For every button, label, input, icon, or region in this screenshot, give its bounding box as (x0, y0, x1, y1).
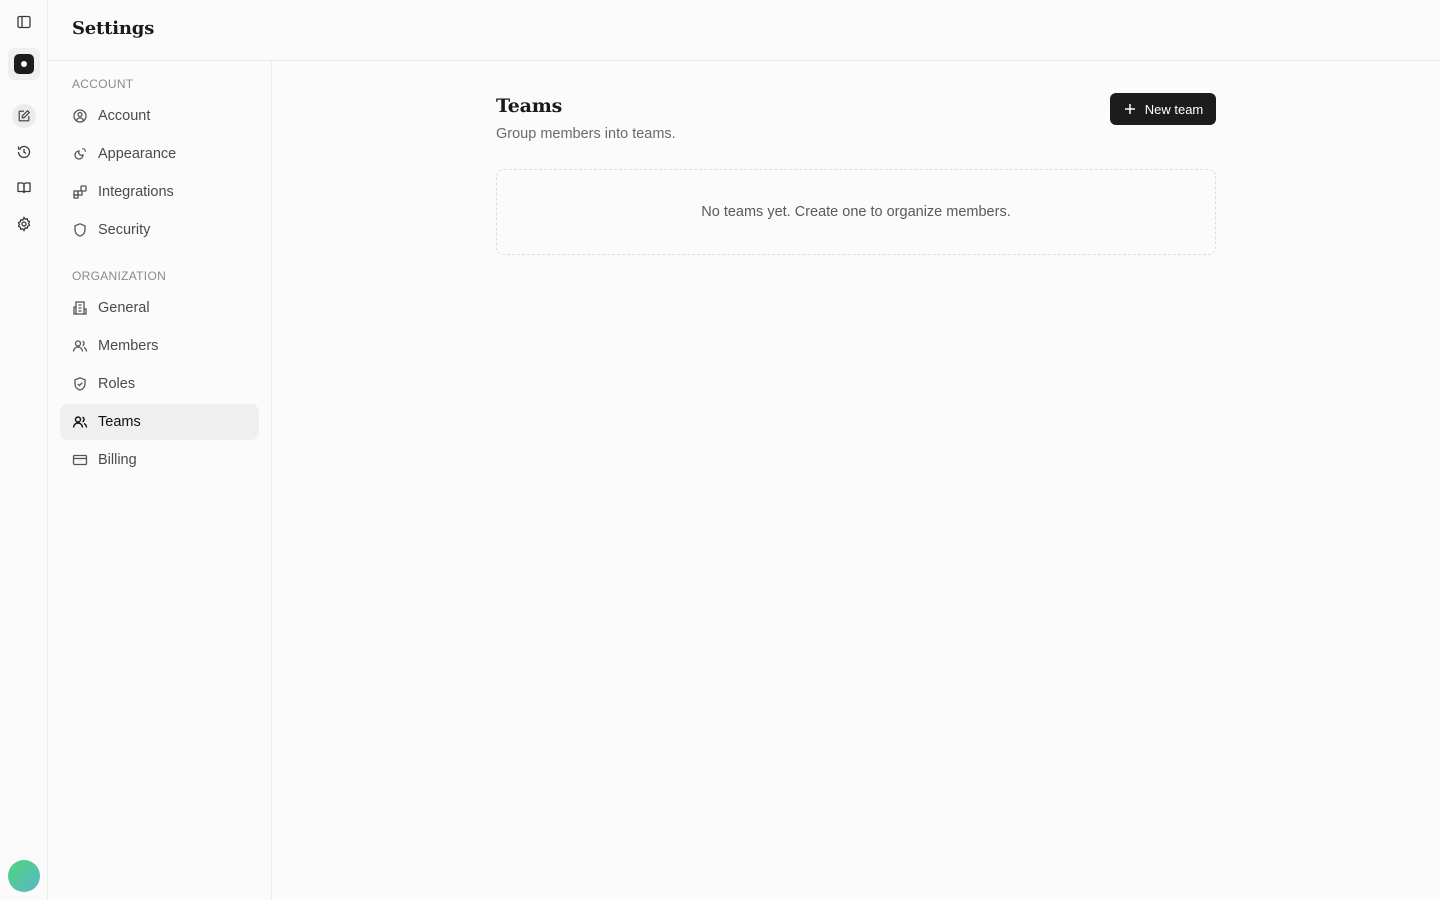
sidebar-item-label: Roles (98, 376, 136, 392)
app-window: Settings ACCOUNT Account Appearance Inte… (0, 0, 1440, 900)
sidebar-item-security[interactable]: Security (60, 212, 259, 248)
sidebar-item-billing[interactable]: Billing (60, 442, 259, 478)
sidebar-item-account[interactable]: Account (60, 98, 259, 134)
credit-card-icon (72, 454, 88, 466)
sun-moon-icon (74, 148, 86, 160)
icon-rail (0, 0, 48, 900)
settings-button[interactable] (8, 208, 40, 240)
sidebar-toggle-icon (17, 15, 31, 29)
users-icon (72, 416, 88, 428)
sidebar-item-label: Teams (98, 414, 141, 430)
section-label-account: ACCOUNT (72, 77, 134, 91)
blocks-icon (73, 185, 87, 199)
sidebar-item-appearance[interactable]: Appearance (60, 136, 259, 172)
sidebar-item-label: Integrations (98, 184, 174, 200)
header: Settings (48, 0, 1440, 61)
library-button[interactable] (8, 172, 40, 204)
user-circle-icon (73, 109, 87, 123)
settings-sidebar: ACCOUNT Account Appearance Integrations … (48, 61, 272, 900)
empty-state: No teams yet. Create one to organize mem… (496, 169, 1216, 255)
shield-check-icon (74, 377, 86, 391)
section-description: Group members into teams. (496, 126, 676, 142)
app-logo (14, 54, 34, 74)
sidebar-item-label: Account (98, 108, 151, 124)
users-icon (72, 340, 88, 352)
sidebar-item-integrations[interactable]: Integrations (60, 174, 259, 210)
building-icon (73, 301, 87, 315)
section-title: Teams (496, 95, 563, 117)
edit-icon (18, 109, 31, 122)
history-icon (17, 145, 31, 159)
section-label-organization: ORGANIZATION (72, 269, 167, 283)
sidebar-item-members[interactable]: Members (60, 328, 259, 364)
sidebar-item-label: Billing (98, 452, 137, 468)
plus-icon (1124, 104, 1135, 114)
sidebar-item-label: Members (98, 338, 159, 354)
sidebar-item-roles[interactable]: Roles (60, 366, 259, 402)
sidebar-item-label: Security (98, 222, 151, 238)
new-team-button[interactable]: New team (1110, 93, 1216, 125)
gear-icon (17, 216, 31, 232)
sidebar-item-teams[interactable]: Teams (60, 404, 259, 440)
new-chat-button[interactable] (12, 104, 36, 128)
sidebar-item-label: General (98, 300, 150, 316)
main-content: Teams Group members into teams. New team… (272, 61, 1440, 900)
avatar[interactable] (8, 860, 40, 892)
new-team-button-label: New team (1144, 101, 1204, 117)
sidebar-item-general[interactable]: General (60, 290, 259, 326)
history-button[interactable] (8, 136, 40, 168)
shield-icon (74, 223, 86, 237)
sidebar-toggle-button[interactable] (8, 6, 40, 38)
page-title: Settings (72, 18, 155, 39)
empty-state-message: No teams yet. Create one to organize mem… (701, 204, 1011, 220)
workspace-logo-button[interactable] (8, 48, 40, 80)
book-icon (17, 182, 31, 194)
sidebar-item-label: Appearance (98, 146, 177, 162)
